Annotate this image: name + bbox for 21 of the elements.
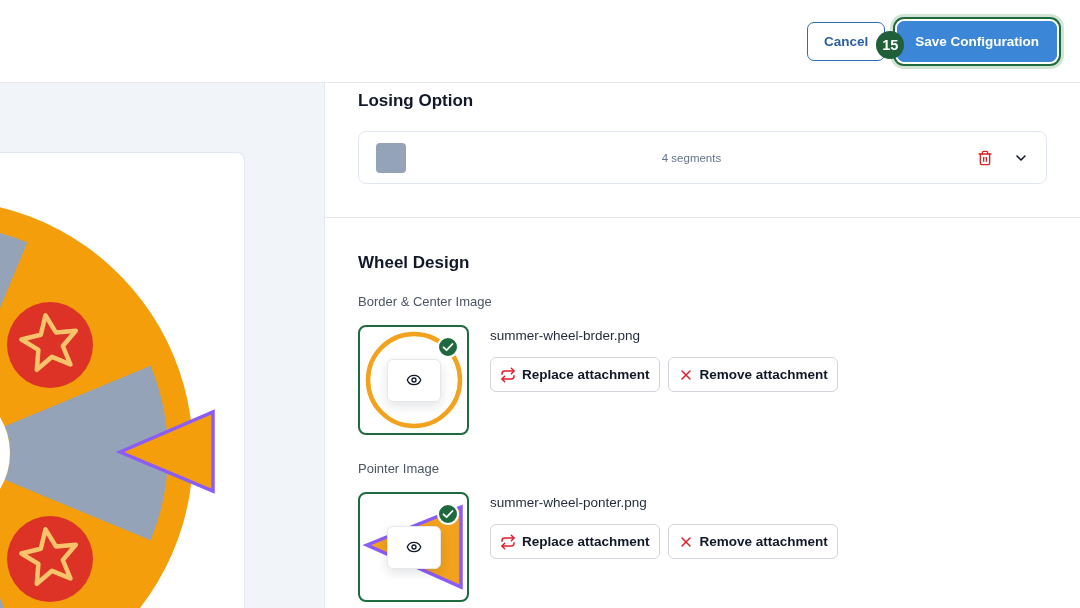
preview-button[interactable]: [386, 525, 441, 569]
eye-icon: [405, 539, 422, 555]
section-title: Wheel Design: [358, 252, 471, 274]
wheel-segment: [0, 597, 5, 608]
replace-attachment-button[interactable]: Replace attachment: [490, 357, 660, 392]
wheel-hub: [0, 417, 10, 489]
segment-count: 4 segments: [660, 150, 723, 166]
swap-arrows-icon: [500, 533, 516, 550]
remove-attachment-button[interactable]: Remove attachment: [667, 357, 838, 392]
swap-arrows-icon: [500, 366, 516, 383]
trash-icon[interactable]: [977, 149, 993, 166]
field-label: Border & Center Image: [358, 293, 493, 311]
preview-button[interactable]: [386, 358, 441, 402]
file-name: summer-wheel-brder.png: [490, 328, 642, 344]
color-swatch-icon[interactable]: [376, 142, 406, 173]
remove-attachment-button[interactable]: Remove attachment: [667, 524, 838, 559]
file-name: summer-wheel-ponter.png: [490, 495, 648, 511]
section-title: Losing Option: [358, 90, 475, 112]
replace-attachment-button[interactable]: Replace attachment: [490, 524, 660, 559]
eye-icon: [405, 372, 422, 388]
field-label: Pointer Image: [358, 460, 440, 478]
